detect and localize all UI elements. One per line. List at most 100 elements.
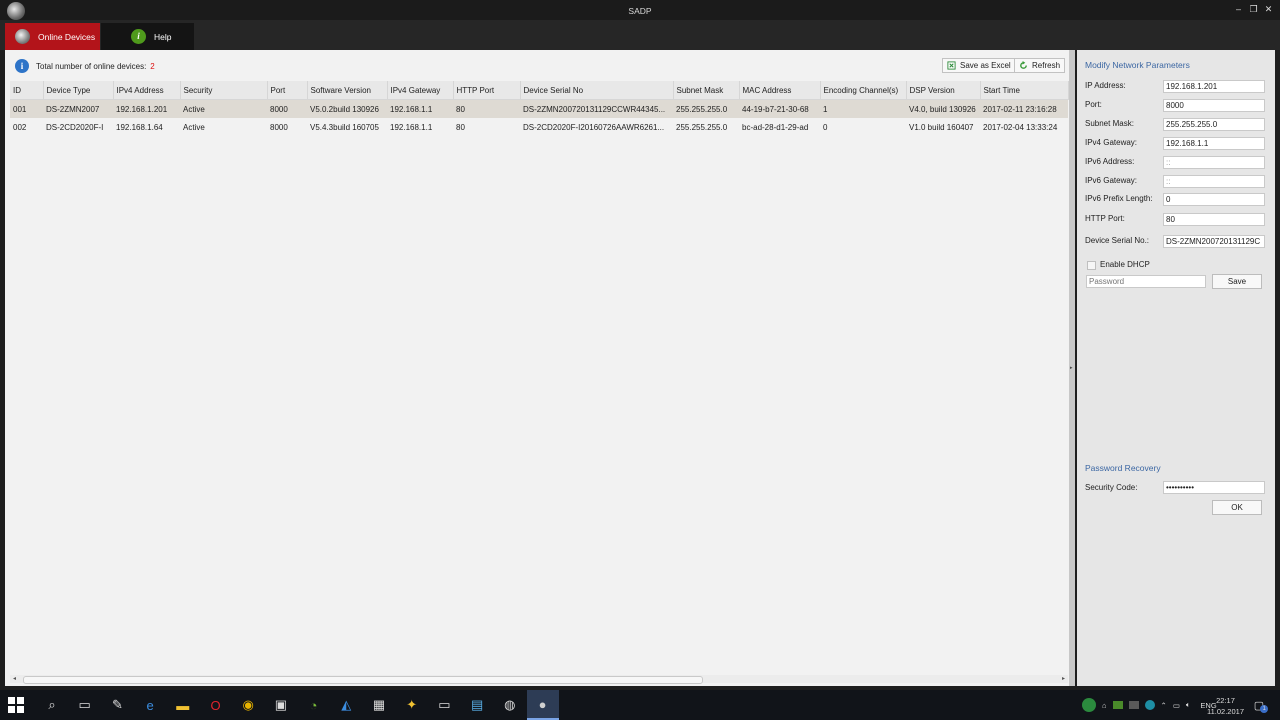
taskbar-app-button[interactable]: ●	[526, 690, 559, 720]
tab-label: Help	[154, 31, 172, 42]
windows-logo-icon	[8, 697, 24, 713]
column-header[interactable]: DSP Version	[906, 81, 981, 100]
device-cell: DS-2CD2020F-I	[46, 122, 104, 132]
column-header[interactable]: Security	[180, 81, 268, 100]
volume-icon[interactable]: 🔈︎	[1186, 700, 1191, 710]
device-cell: 192.168.1.1	[387, 99, 453, 118]
tab-help[interactable]: i Help	[101, 23, 194, 50]
scroll-left-arrow-icon[interactable]: ◂	[13, 675, 16, 682]
taskbar-app-button[interactable]: ⌕	[36, 690, 68, 720]
column-header[interactable]: ID	[10, 81, 44, 100]
ok-button[interactable]: OK	[1212, 500, 1262, 515]
taskbar-app-button[interactable]: O	[200, 690, 232, 720]
network-tray-icon[interactable]: ⌂	[1102, 701, 1107, 710]
scroll-right-arrow-icon[interactable]: ▸	[1062, 675, 1065, 682]
clock-time: 22:17	[1216, 696, 1235, 705]
device-cell: 2017-02-04 13:33:24	[983, 122, 1058, 132]
notification-count: 1	[1260, 705, 1269, 713]
battery-icon[interactable]	[1112, 701, 1123, 709]
column-header[interactable]: Device Type	[43, 81, 114, 100]
field-input[interactable]: ::	[1163, 175, 1265, 188]
field-input[interactable]: 80	[1163, 213, 1265, 226]
password-input[interactable]	[1086, 275, 1206, 288]
taskbar-app-button[interactable]: ▭	[428, 690, 460, 720]
tray-app-icon[interactable]	[1082, 698, 1096, 712]
chevron-up-icon[interactable]: ⌃	[1161, 701, 1167, 710]
close-button[interactable]: ✕	[1263, 4, 1274, 15]
taskbar-app-button[interactable]: ▣	[265, 690, 297, 720]
taskbar-app-button[interactable]: e	[134, 690, 166, 720]
taskbar-app-button[interactable]: ✦	[396, 690, 428, 720]
task-view-icon: ▭	[78, 697, 91, 712]
device-table: ID Device Type IPv4 Address Security Port Sof…	[10, 81, 1069, 136]
security-code-field[interactable]: ••••••••••	[1163, 481, 1265, 494]
device-tray-icon[interactable]	[1128, 701, 1139, 709]
refresh-button[interactable]: Refresh	[1014, 58, 1066, 73]
enable-dhcp-checkbox[interactable]	[1087, 261, 1096, 270]
column-header[interactable]: IPv4 Address	[113, 81, 181, 100]
horizontal-scrollbar[interactable]: ◂ ▸	[10, 675, 1068, 684]
field-input[interactable]: 8000	[1163, 99, 1265, 112]
enable-dhcp-label: Enable DHCP	[1100, 260, 1150, 269]
device-row[interactable]: 001 DS-2ZMN2007 192.168.1.201 Active 8000 V5.…	[10, 99, 1068, 118]
device-cell: Active	[183, 122, 205, 132]
minimize-button[interactable]: –	[1233, 4, 1244, 15]
column-header[interactable]: Encoding Channel(s)	[820, 81, 907, 100]
maps-app-icon: ◭	[341, 697, 352, 712]
taskbar-app-button[interactable]: ▭	[69, 690, 101, 720]
taskbar-app-button[interactable]: ▦	[363, 690, 395, 720]
field-input[interactable]: ::	[1163, 156, 1265, 169]
device-cell: DS-2ZMN2007	[43, 99, 113, 118]
taskbar-app-button[interactable]: ◍	[494, 690, 526, 720]
refresh-label: Refresh	[1032, 61, 1061, 70]
clock-date: 11.02.2017	[1207, 707, 1244, 716]
panel-splitter[interactable]: ▸	[1069, 50, 1075, 686]
column-header[interactable]: Software Version	[307, 81, 388, 100]
help-info-icon: i	[131, 29, 146, 44]
opera-icon: O	[210, 697, 221, 713]
column-header[interactable]: Port	[267, 81, 308, 100]
clock[interactable]: 22:17 11.02.2017	[1207, 695, 1244, 717]
start-button[interactable]	[0, 690, 32, 720]
save-as-excel-label: Save as Excel	[960, 61, 1011, 70]
field-input[interactable]: DS-2ZMN200720131129C	[1163, 235, 1265, 248]
column-header[interactable]: HTTP Port	[453, 81, 521, 100]
column-header[interactable]: MAC Address	[739, 81, 821, 100]
field-input[interactable]: 192.168.1.201	[1163, 80, 1265, 93]
password-recovery-title: Password Recovery	[1085, 463, 1161, 473]
pen-app-icon: ✎	[111, 697, 123, 712]
notifications-button[interactable]: ▢ 1	[1246, 690, 1276, 720]
taskbar-app-button[interactable]: ▤	[461, 690, 493, 720]
tab-online-devices[interactable]: Online Devices	[5, 23, 100, 50]
collapse-arrow-icon[interactable]: ▸	[1070, 365, 1073, 371]
field-input[interactable]: 192.168.1.1	[1163, 137, 1265, 150]
restore-button[interactable]: ❐	[1248, 4, 1259, 15]
column-header[interactable]: Subnet Mask	[673, 81, 740, 100]
device-count-summary: i Total number of online devices: 2	[15, 58, 155, 74]
field-label: Port:	[1085, 100, 1102, 109]
connect-app-icon: ▤	[470, 697, 484, 712]
device-cell: 192.168.1.1	[390, 122, 433, 132]
taskbar-app-button[interactable]: ◔	[298, 690, 330, 720]
field-input[interactable]: 0	[1163, 193, 1265, 206]
sync-tray-icon[interactable]	[1144, 700, 1155, 710]
field-input[interactable]: 255.255.255.0	[1163, 118, 1265, 131]
device-cell: 0	[823, 122, 828, 132]
taskbar-app-button[interactable]: ◉	[232, 690, 264, 720]
modify-network-panel: Modify Network Parameters Enable DHCP Sa…	[1077, 50, 1275, 686]
taskbar-app-button[interactable]: ▬	[167, 690, 199, 720]
monitor-tray-icon[interactable]: ▭	[1173, 701, 1180, 710]
save-button[interactable]: Save	[1212, 274, 1262, 289]
column-header[interactable]: IPv4 Gateway	[387, 81, 454, 100]
device-cell: 002	[13, 122, 27, 132]
device-row[interactable]: 002 DS-2CD2020F-I 192.168.1.64 Active 8000 V5…	[10, 118, 1068, 136]
scrollbar-thumb[interactable]	[23, 676, 703, 684]
save-as-excel-button[interactable]: Save as Excel	[942, 58, 1016, 73]
file-explorer-icon: ▬	[176, 697, 190, 713]
system-tray: ⌂ ⌃ ▭ 🔈︎ ENG	[1082, 690, 1217, 720]
column-header[interactable]: Start Time	[980, 81, 1069, 100]
column-header[interactable]: Device Serial No	[520, 81, 674, 100]
field-label: IPv6 Address:	[1085, 157, 1135, 166]
taskbar-app-button[interactable]: ◭	[330, 690, 362, 720]
taskbar-app-button[interactable]: ✎	[101, 690, 133, 720]
